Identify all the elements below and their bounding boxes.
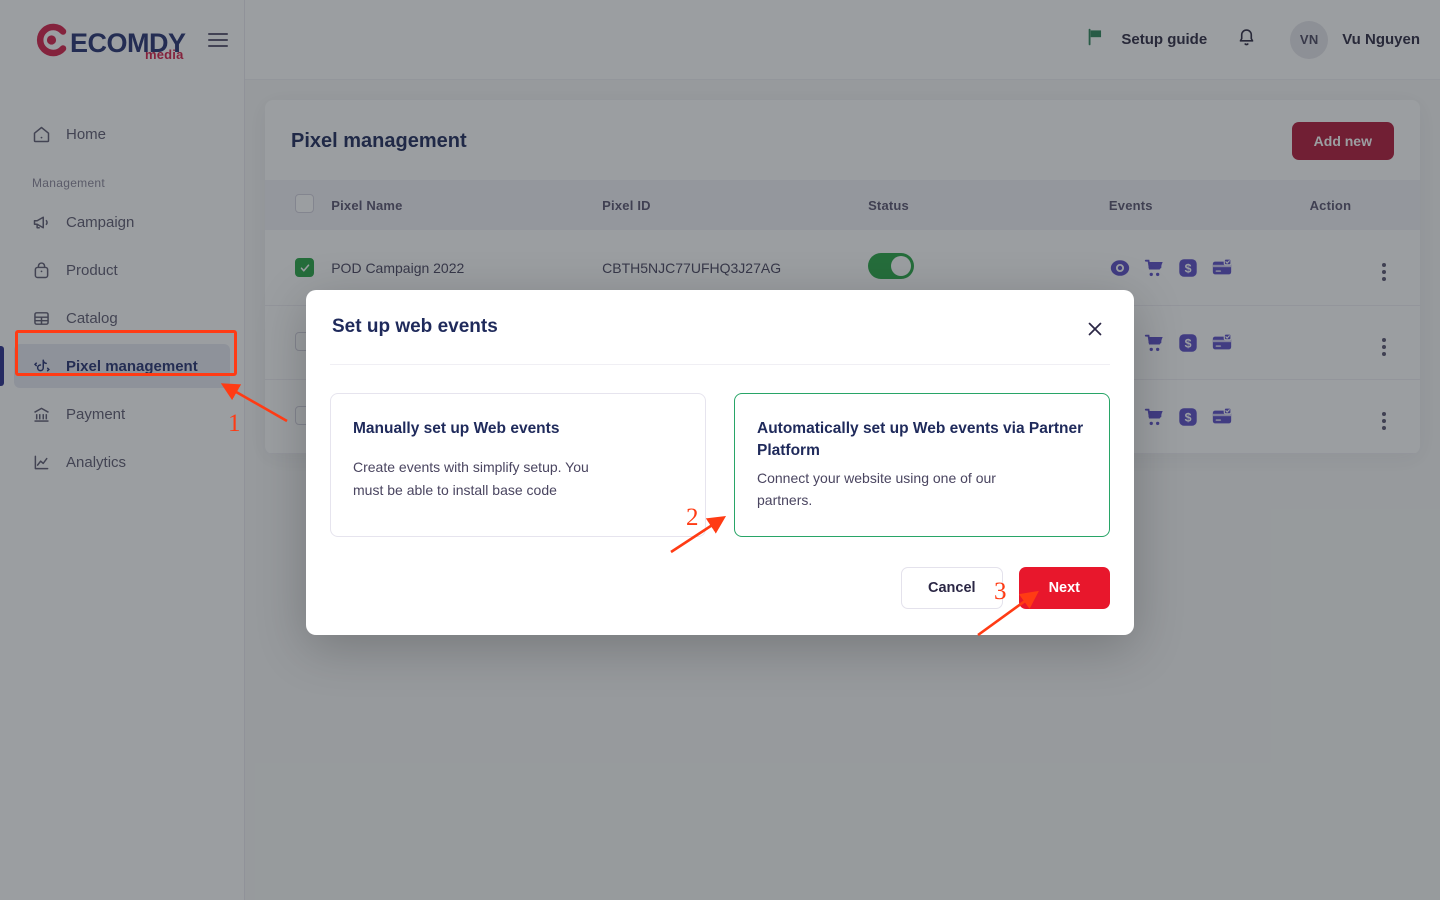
option-description: Create events with simplify setup. You m… [353,459,589,498]
option-title: Automatically set up Web events via Part… [757,420,1084,460]
annotation-number-3: 3 [994,578,1007,605]
close-icon[interactable] [1082,316,1108,342]
annotation-box-1 [15,330,237,376]
next-button[interactable]: Next [1018,566,1110,609]
option-manual-card[interactable]: Manually set up Web events Create events… [330,393,706,537]
option-description: Connect your website using one of our pa… [757,469,996,509]
option-automatic-card[interactable]: Automatically set up Web events via Part… [734,393,1110,537]
option-title: Manually set up Web events [353,420,560,437]
annotation-number-2: 2 [686,504,699,531]
setup-options: Manually set up Web events Create events… [306,365,1134,537]
setup-web-events-modal: Set up web events Manually set up Web ev… [306,290,1134,635]
modal-title: Set up web events [332,316,498,337]
modal-header: Set up web events [306,290,1134,342]
annotation-number-1: 1 [228,410,241,437]
app-root: ECOMDY media Home Management Campaign Pr… [0,0,1440,900]
cancel-button[interactable]: Cancel [901,566,1003,609]
modal-actions: Cancel Next [306,537,1134,609]
